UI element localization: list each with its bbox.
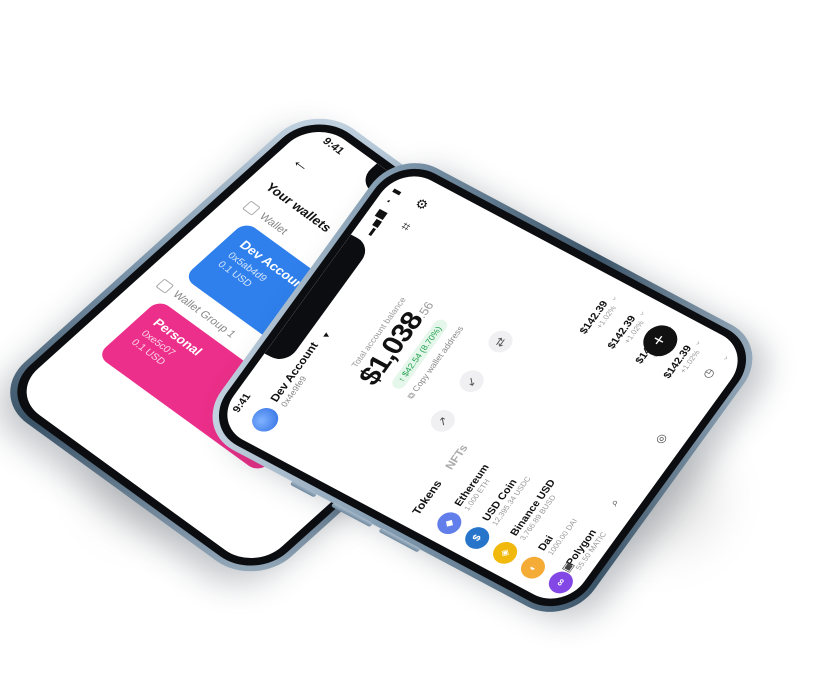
- swap-icon[interactable]: ⇄: [483, 327, 517, 357]
- avatar[interactable]: [247, 403, 284, 436]
- tab-nfts[interactable]: NFTs: [442, 442, 470, 471]
- status-time: 9:41: [230, 391, 254, 415]
- chevron-down-icon[interactable]: ▼: [320, 330, 333, 341]
- receive-icon[interactable]: ↙: [454, 366, 489, 397]
- send-icon[interactable]: ↗: [425, 406, 460, 437]
- checkbox-icon[interactable]: [241, 200, 261, 216]
- scan-icon[interactable]: ⌗: [393, 215, 418, 238]
- gear-icon[interactable]: ⚙: [409, 192, 434, 215]
- checkbox-icon[interactable]: [155, 278, 175, 294]
- status-time: 9:41: [319, 135, 347, 157]
